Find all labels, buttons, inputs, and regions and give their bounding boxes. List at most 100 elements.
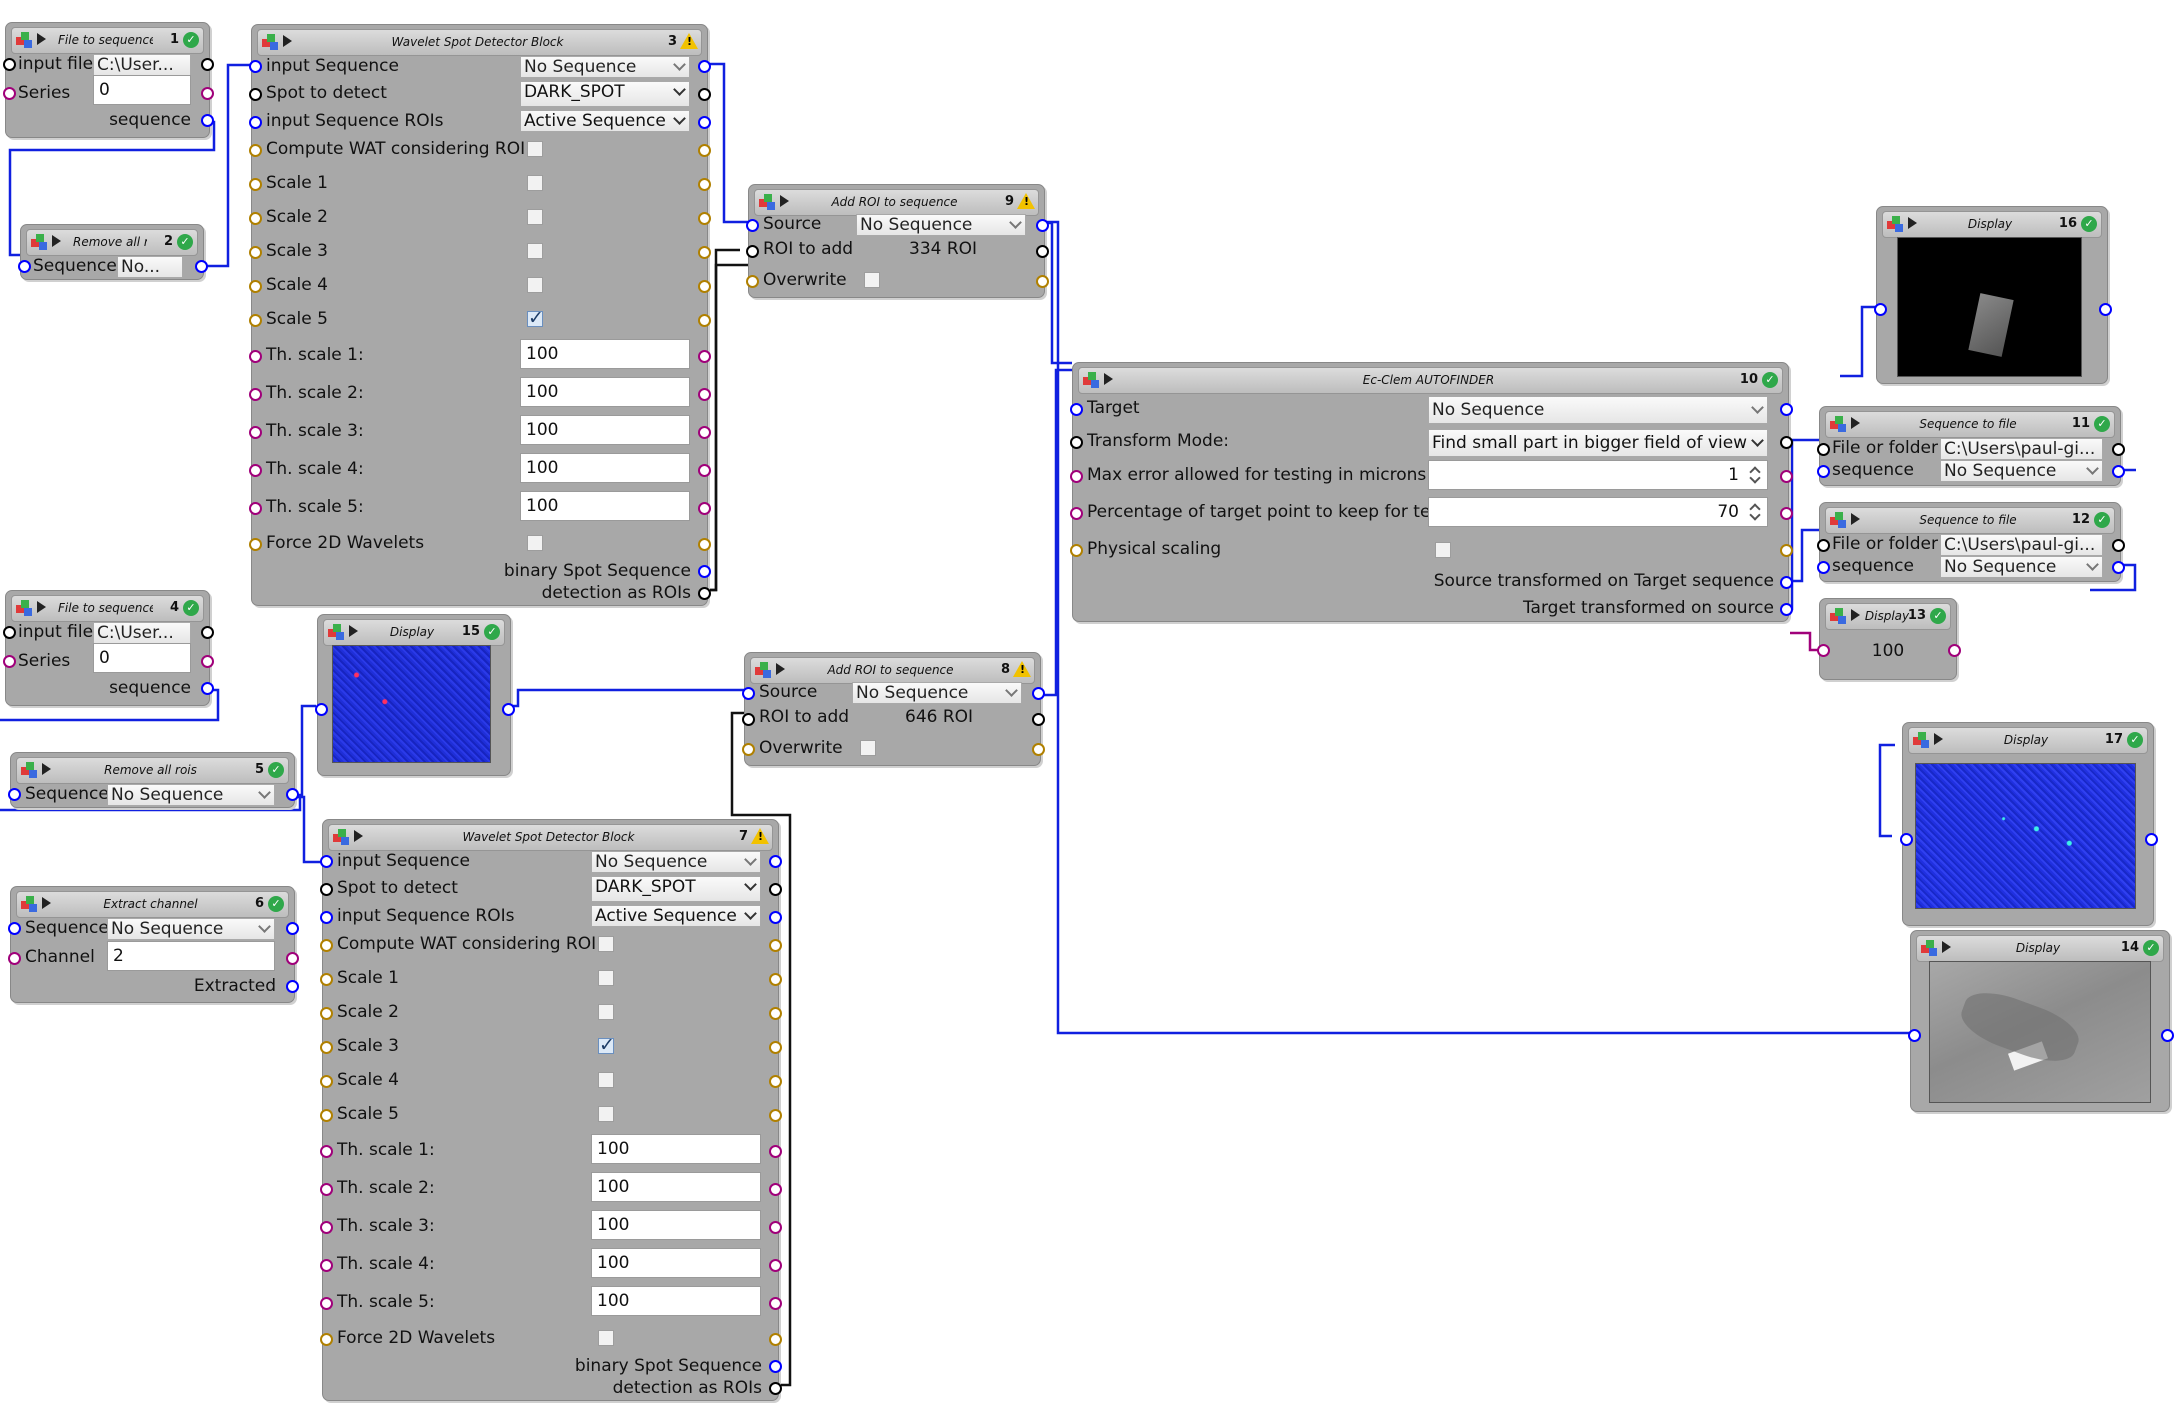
play-icon[interactable] [37,33,46,45]
overwrite-input-port[interactable] [742,743,755,756]
input-port[interactable] [1900,833,1913,846]
block-file-to-sequence-1[interactable]: File to sequence 1 ✓ input file C:\User.… [3,22,214,138]
input-rois-combo[interactable]: Active Sequence [591,905,761,927]
block-display-15[interactable]: Display 15 ✓ [315,614,515,776]
output-port[interactable] [1780,576,1793,589]
output-port[interactable] [698,144,711,157]
sequence-combo[interactable]: No Sequence [1940,556,2103,578]
output-port[interactable] [698,587,711,600]
output-port[interactable] [1780,507,1793,520]
source-combo[interactable]: No Sequence [852,682,1022,704]
sequence-input-port[interactable] [18,260,31,273]
input-rois-combo[interactable]: Active Sequence [520,110,690,132]
series-field[interactable]: 0 [93,75,191,105]
output-port[interactable] [1780,603,1793,616]
sequence-combo[interactable]: No Sequence [107,918,275,940]
force-2d-checkbox[interactable] [527,535,543,551]
output-port[interactable] [2161,1029,2174,1042]
input-port[interactable] [249,144,262,157]
block-header[interactable]: Remove all rois 5 ✓ [16,757,289,784]
th-scale-5-field[interactable]: 100 [520,491,690,521]
input-port[interactable] [320,1333,333,1346]
play-icon[interactable] [1942,941,1951,953]
input-port[interactable] [249,116,262,129]
output-port[interactable] [1036,245,1049,258]
input-port[interactable] [320,1297,333,1310]
block-ecclem-autofinder-10[interactable]: Ec-Clem AUTOFINDER 10 ✓ Target No Sequen… [1070,362,1793,622]
input-port[interactable] [249,464,262,477]
output-port[interactable] [698,212,711,225]
output-port[interactable] [1780,544,1793,557]
th-scale-3-field[interactable]: 100 [591,1210,761,1240]
output-port[interactable] [698,538,711,551]
source-input-port[interactable] [746,219,759,232]
output-port[interactable] [201,655,214,668]
block-header[interactable]: Display 14 ✓ [1916,935,2164,962]
output-port[interactable] [2099,303,2112,316]
roi-input-port[interactable] [746,245,759,258]
input-port[interactable] [249,388,262,401]
input-port[interactable] [320,1109,333,1122]
play-icon[interactable] [1104,373,1113,385]
output-port[interactable] [769,1145,782,1158]
output-port[interactable] [1032,687,1045,700]
output-port[interactable] [769,1333,782,1346]
output-port[interactable] [698,60,711,73]
block-header[interactable]: File to sequence 4 ✓ [11,595,204,622]
play-icon[interactable] [1908,217,1917,229]
output-port[interactable] [769,939,782,952]
input-port[interactable] [1908,1029,1921,1042]
source-input-port[interactable] [742,687,755,700]
input-port[interactable] [249,280,262,293]
file-field[interactable]: C:\Users\paul-gi... [1940,438,2103,460]
output-port[interactable] [698,280,711,293]
output-port[interactable] [2112,443,2125,456]
play-icon[interactable] [776,663,785,675]
block-add-roi-8[interactable]: Add ROI to sequence 8 Source No Sequence… [742,652,1045,766]
input-port[interactable] [1874,303,1887,316]
block-header[interactable]: Remove all rois 2 ✓ [26,229,198,256]
input-port[interactable] [320,883,333,896]
overwrite-checkbox[interactable] [860,740,876,756]
block-header[interactable]: Sequence to file 11 ✓ [1825,411,2115,438]
output-port[interactable] [2145,833,2158,846]
play-icon[interactable] [354,830,363,842]
output-port[interactable] [286,952,299,965]
sequence-input-port[interactable] [8,788,21,801]
output-port[interactable] [698,350,711,363]
block-sequence-to-file-12[interactable]: Sequence to file 12 ✓ File or folder C:\… [1817,502,2125,582]
source-combo[interactable]: No Sequence [856,214,1026,236]
th-scale-3-field[interactable]: 100 [520,415,690,445]
output-port[interactable] [698,502,711,515]
th-scale-1-field[interactable]: 100 [591,1134,761,1164]
block-display-14[interactable]: Display 14 ✓ [1908,930,2174,1112]
output-port[interactable] [698,116,711,129]
input-port[interactable] [320,1145,333,1158]
output-port[interactable] [2112,539,2125,552]
th-scale-2-field[interactable]: 100 [591,1172,761,1202]
percentage-spinner[interactable]: 70 [1428,497,1768,527]
output-port[interactable] [698,565,711,578]
output-port[interactable] [769,1360,782,1373]
block-display-17[interactable]: Display 17 ✓ [1900,722,2158,926]
input-port[interactable] [249,88,262,101]
output-port[interactable] [1780,470,1793,483]
force-2d-checkbox[interactable] [598,1330,614,1346]
series-field[interactable]: 0 [93,643,191,673]
block-header[interactable]: Add ROI to sequence 8 [750,657,1035,684]
input-port[interactable] [320,911,333,924]
maxerr-input-port[interactable] [1070,470,1083,483]
sequence-combo[interactable]: No Sequence [1940,460,2103,482]
sequence-input-port[interactable] [8,922,21,935]
block-display-16[interactable]: Display 16 ✓ [1874,206,2112,384]
max-error-spinner[interactable]: 1 [1428,460,1768,490]
output-port[interactable] [769,1183,782,1196]
block-header[interactable]: Display 17 ✓ [1908,727,2148,754]
input-port[interactable] [320,1221,333,1234]
block-remove-all-rois-2[interactable]: Remove all rois 2 ✓ Sequence No... [18,224,208,280]
output-port[interactable] [1036,219,1049,232]
input-file-field[interactable]: C:\User... [93,54,191,76]
input-port[interactable] [249,60,262,73]
output-port[interactable] [769,1259,782,1272]
block-display-13[interactable]: Display 13 ✓ 100 [1817,598,1961,680]
